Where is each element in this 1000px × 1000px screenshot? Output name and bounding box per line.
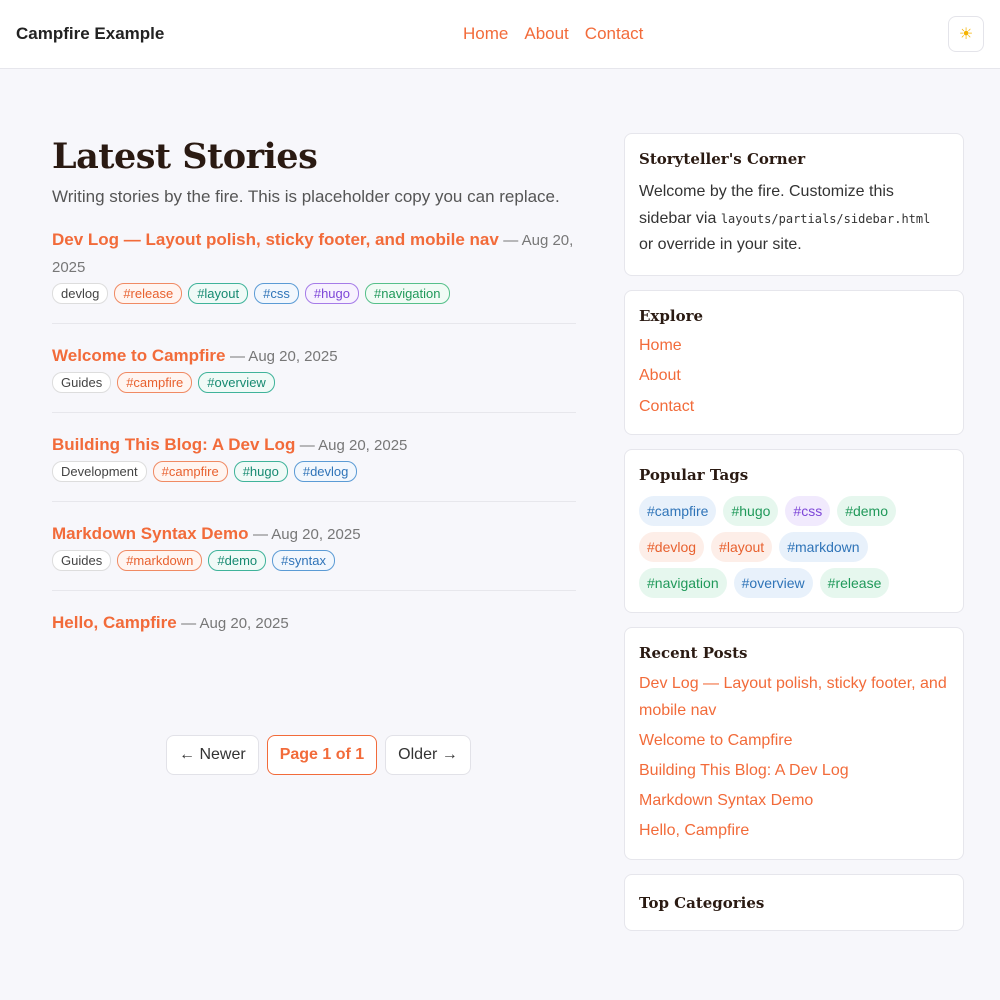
tag-chip[interactable]: #overview bbox=[198, 372, 275, 393]
tag-chip[interactable]: #hugo bbox=[233, 461, 288, 482]
category-chip[interactable]: Development bbox=[52, 461, 147, 482]
theme-toggle-button[interactable]: ☀ bbox=[948, 16, 984, 52]
category-chip[interactable]: devlog bbox=[52, 283, 109, 304]
page-title: Latest Stories bbox=[52, 136, 318, 177]
current-page-indicator: Page 1 of 1 bbox=[266, 735, 378, 775]
tag-chip[interactable]: #navigation bbox=[365, 283, 450, 304]
tag-pill[interactable]: #hugo bbox=[723, 496, 779, 526]
nav-contact-link[interactable]: Contact bbox=[585, 24, 644, 44]
tag-chip[interactable]: #markdown bbox=[117, 550, 203, 571]
post-list: Dev Log — Layout polish, sticky footer, … bbox=[52, 225, 576, 656]
post-title-link[interactable]: Markdown Syntax Demo bbox=[52, 524, 249, 543]
category-chip[interactable]: Guides bbox=[52, 550, 112, 571]
tag-cloud: #campfire #hugo #css #demo #devlog #layo… bbox=[639, 496, 949, 598]
sidebar: Storyteller's Corner Welcome by the fire… bbox=[624, 133, 964, 945]
newer-page-button[interactable]: ← Newer bbox=[166, 735, 259, 775]
explore-about-link[interactable]: About bbox=[639, 367, 681, 384]
post-item: Markdown Syntax Demo — Aug 20, 2025 Guid… bbox=[52, 502, 576, 591]
older-page-button[interactable]: Older → bbox=[385, 735, 471, 775]
tag-pill[interactable]: #markdown bbox=[779, 532, 868, 562]
tag-pill[interactable]: #overview bbox=[733, 568, 813, 598]
recent-post-link[interactable]: Dev Log — Layout polish, sticky footer, … bbox=[639, 675, 947, 719]
site-header: Campfire Example Home About Contact ☀ bbox=[0, 0, 1000, 69]
tag-chip[interactable]: #demo bbox=[208, 550, 267, 571]
site-brand[interactable]: Campfire Example bbox=[16, 24, 164, 44]
tag-chip[interactable]: #campfire bbox=[152, 461, 228, 482]
tag-pill[interactable]: #campfire bbox=[639, 496, 717, 526]
main-content: Latest Stories Writing stories by the fi… bbox=[52, 135, 576, 656]
tag-pill[interactable]: #navigation bbox=[639, 568, 727, 598]
nav-about-link[interactable]: About bbox=[524, 24, 568, 44]
tag-chip[interactable]: #layout bbox=[188, 283, 249, 304]
post-item: Dev Log — Layout polish, sticky footer, … bbox=[52, 225, 576, 324]
card-title: Storyteller's Corner bbox=[639, 150, 806, 168]
post-title-link[interactable]: Hello, Campfire bbox=[52, 613, 177, 632]
explore-contact-link[interactable]: Contact bbox=[639, 398, 694, 415]
tag-pill[interactable]: #layout bbox=[711, 532, 773, 562]
post-chips: Guides #campfire #overview bbox=[52, 372, 576, 393]
recent-posts-card: Recent Posts Dev Log — Layout polish, st… bbox=[624, 627, 964, 860]
post-date: — Aug 20, 2025 bbox=[181, 615, 289, 632]
recent-post-link[interactable]: Building This Blog: A Dev Log bbox=[639, 762, 849, 779]
tag-pill[interactable]: #release bbox=[819, 568, 890, 598]
tag-pill[interactable]: #demo bbox=[837, 496, 897, 526]
post-date: — Aug 20, 2025 bbox=[229, 348, 338, 365]
recent-posts-list: Dev Log — Layout polish, sticky footer, … bbox=[639, 670, 949, 847]
card-title: Popular Tags bbox=[639, 466, 749, 484]
card-title: Explore bbox=[639, 306, 704, 325]
explore-links: Home About Contact bbox=[639, 331, 949, 423]
card-text: Welcome by the fire. Customize this side… bbox=[639, 179, 949, 259]
tag-pill[interactable]: #devlog bbox=[639, 532, 705, 562]
top-categories-card: Top Categories bbox=[624, 874, 964, 931]
storytellers-corner-card: Storyteller's Corner Welcome by the fire… bbox=[624, 133, 964, 276]
card-title: Recent Posts bbox=[639, 644, 748, 662]
recent-post-link[interactable]: Hello, Campfire bbox=[639, 822, 749, 839]
popular-tags-card: Popular Tags #campfire #hugo #css #demo … bbox=[624, 449, 964, 613]
post-chips: Guides #markdown #demo #syntax bbox=[52, 550, 576, 571]
main-nav: Home About Contact bbox=[463, 24, 643, 44]
sidebar-path-code: layouts/partials/sidebar.html bbox=[720, 211, 931, 226]
card-title: Top Categories bbox=[639, 894, 765, 912]
post-item: Welcome to Campfire — Aug 20, 2025 Guide… bbox=[52, 324, 576, 413]
tag-chip[interactable]: #css bbox=[254, 283, 299, 304]
recent-post-link[interactable]: Welcome to Campfire bbox=[639, 732, 793, 749]
tag-chip[interactable]: #release bbox=[114, 283, 183, 304]
post-chips: devlog #release #layout #css #hugo #navi… bbox=[52, 283, 576, 304]
sun-icon: ☀ bbox=[958, 26, 974, 43]
post-item: Building This Blog: A Dev Log — Aug 20, … bbox=[52, 413, 576, 502]
post-title-link[interactable]: Welcome to Campfire bbox=[52, 346, 226, 365]
nav-home-link[interactable]: Home bbox=[463, 24, 508, 44]
tag-chip[interactable]: #campfire bbox=[117, 372, 193, 393]
corner-text-after: or override in your site. bbox=[639, 236, 802, 253]
post-title-link[interactable]: Building This Blog: A Dev Log bbox=[52, 435, 295, 454]
tag-chip[interactable]: #syntax bbox=[272, 550, 335, 571]
pagination: ← Newer Page 1 of 1 Older → bbox=[166, 735, 471, 775]
post-chips: Development #campfire #hugo #devlog bbox=[52, 461, 576, 482]
post-date: — Aug 20, 2025 bbox=[252, 526, 361, 543]
tag-chip[interactable]: #devlog bbox=[293, 461, 358, 482]
explore-home-link[interactable]: Home bbox=[639, 337, 682, 354]
tag-pill[interactable]: #css bbox=[785, 496, 831, 526]
post-title-link[interactable]: Dev Log — Layout polish, sticky footer, … bbox=[52, 230, 499, 249]
page-description: Writing stories by the fire. This is pla… bbox=[52, 187, 560, 206]
explore-card: Explore Home About Contact bbox=[624, 289, 964, 435]
category-chip[interactable]: Guides bbox=[52, 372, 112, 393]
recent-post-link[interactable]: Markdown Syntax Demo bbox=[639, 792, 813, 809]
post-date: — Aug 20, 2025 bbox=[299, 437, 408, 454]
tag-chip[interactable]: #hugo bbox=[304, 283, 359, 304]
post-item: Hello, Campfire — Aug 20, 2025 bbox=[52, 591, 576, 656]
